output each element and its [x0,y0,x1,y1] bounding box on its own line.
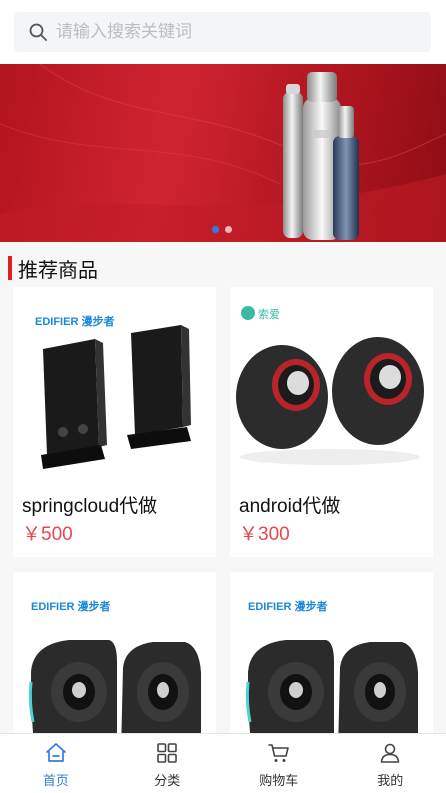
svg-text:EDIFIER 漫步者: EDIFIER 漫步者 [248,599,327,613]
tab-home[interactable]: 首页 [0,734,112,793]
product-name: springcloud代做 [22,496,158,517]
user-icon [380,743,400,763]
product-card[interactable]: 索爱 android代做 ￥300 [230,287,433,557]
product-price: ￥500 [22,524,73,545]
tab-label: 分类 [154,773,181,788]
search-box[interactable] [14,12,431,52]
svg-text:EDIFIER 漫步者: EDIFIER 漫步者 [35,314,114,328]
product-image: 索爱 [236,306,424,465]
search-icon [29,23,47,41]
product-card[interactable]: EDIFIER 漫步者 [230,572,433,752]
section-title: 推荐商品 [18,259,98,282]
banner-carousel[interactable] [0,64,446,242]
search-input[interactable] [56,22,396,42]
banner-image [0,64,446,242]
tab-label: 购物车 [259,773,299,788]
product-price: ￥300 [239,524,290,545]
product-image: EDIFIER 漫步者 [35,314,191,469]
section-header: 推荐商品 [8,256,98,282]
grid-icon [157,743,178,763]
search-bar [0,0,446,64]
svg-text:EDIFIER 漫步者: EDIFIER 漫步者 [31,599,110,613]
bottom-tab-bar: 首页 分类 购物车 我的 [0,733,446,793]
tab-label: 首页 [42,773,69,788]
tab-cart[interactable]: 购物车 [223,734,335,793]
svg-text:索爱: 索爱 [258,307,280,321]
product-name: android代做 [239,496,341,517]
section-accent-bar [8,256,12,280]
carousel-dot[interactable] [225,226,232,233]
tab-category[interactable]: 分类 [112,734,224,793]
carousel-dot[interactable] [212,226,219,233]
tab-label: 我的 [377,773,404,788]
tab-profile[interactable]: 我的 [335,734,446,793]
home-icon [45,743,66,762]
cart-icon [267,744,289,762]
product-card[interactable]: EDIFIER 漫步者 [13,572,216,752]
carousel-indicator [212,226,232,233]
product-card[interactable]: EDIFIER 漫步者 springcloud代做 ￥500 [13,287,216,557]
